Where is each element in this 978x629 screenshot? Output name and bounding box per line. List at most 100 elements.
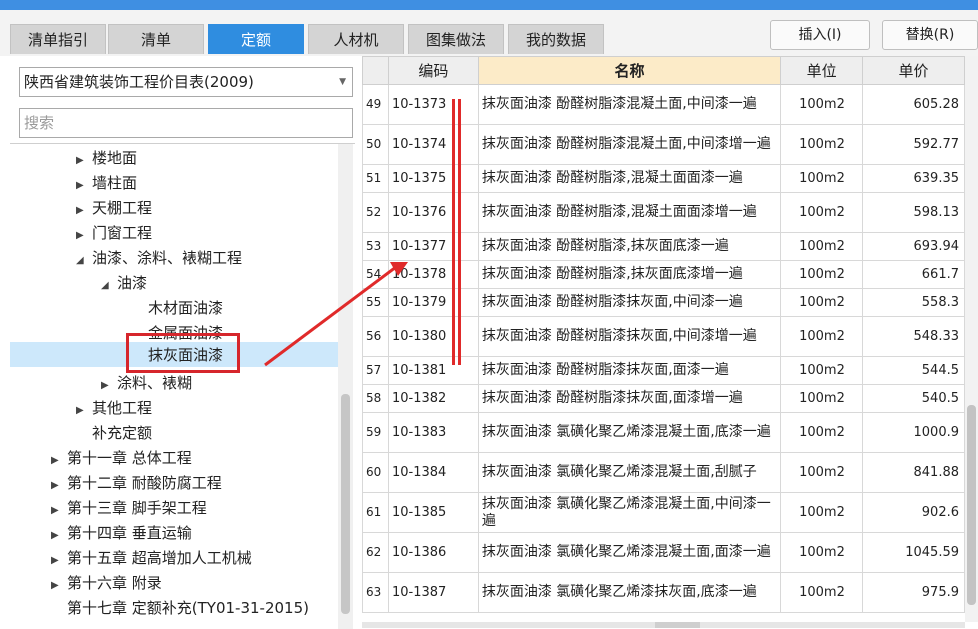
category-tree: ▶ 楼地面 ▶ 墙柱面 ▶ 天棚工程 ▶ 门窗工程 ◢ 油漆、涂料、裱糊工程 ◢ 油漆 木材… <box>10 143 355 629</box>
expand-arrow-icon[interactable]: ▶ <box>51 549 67 573</box>
tree-node[interactable]: ▶ 楼地面 <box>76 146 137 170</box>
cell-unit: 100m2 <box>780 192 864 233</box>
tab-labor-material-machine[interactable]: 人材机 <box>308 24 404 54</box>
tab-list[interactable]: 清单 <box>108 24 204 54</box>
cell-name: 抹灰面油漆 酚醛树脂漆,混凝土面面漆一遍 <box>477 164 782 193</box>
cell-unit: 100m2 <box>780 288 864 317</box>
expand-arrow-icon[interactable]: ▶ <box>51 499 67 523</box>
table-row[interactable]: 58 10-1382 抹灰面油漆 酚醛树脂漆抹灰面,面漆增一遍 100m2 540.5 <box>362 384 965 413</box>
cell-price: 639.35 <box>862 164 965 193</box>
table-row[interactable]: 63 10-1387 抹灰面油漆 氯磺化聚乙烯漆抹灰面,底漆一遍 100m2 975.9 <box>362 572 965 613</box>
grid-scrollbar-thumb[interactable] <box>967 405 976 605</box>
cell-unit: 100m2 <box>780 412 864 453</box>
table-row[interactable]: 62 10-1386 抹灰面油漆 氯磺化聚乙烯漆混凝土面,面漆一遍 100m2 1045… <box>362 532 965 573</box>
expand-arrow-icon[interactable]: ▶ <box>76 199 92 223</box>
tree-node[interactable]: ▶ 第十二章 耐酸防腐工程 <box>51 471 222 495</box>
tree-node[interactable]: ◢ 油漆、涂料、裱糊工程 <box>76 246 242 270</box>
insert-button[interactable]: 插入(I) <box>770 20 870 50</box>
row-number: 60 <box>362 452 389 493</box>
column-header-unit[interactable]: 单位 <box>780 56 864 85</box>
search-input[interactable]: 搜索 <box>19 108 353 138</box>
cell-name: 抹灰面油漆 酚醛树脂漆抹灰面,面漆增一遍 <box>477 384 782 413</box>
cell-code: 10-1385 <box>387 492 479 533</box>
column-header-name[interactable]: 名称 <box>477 56 782 85</box>
cell-unit: 100m2 <box>780 124 864 165</box>
expand-arrow-icon[interactable]: ▶ <box>51 574 67 598</box>
cell-price: 548.33 <box>862 316 965 357</box>
column-header-price[interactable]: 单价 <box>862 56 965 85</box>
tab-my-data[interactable]: 我的数据 <box>508 24 604 54</box>
tree-node[interactable]: ▶ 天棚工程 <box>76 196 152 220</box>
cell-name: 抹灰面油漆 氯磺化聚乙烯漆混凝土面,中间漆一遍 <box>477 492 782 533</box>
expand-arrow-icon[interactable]: ▶ <box>51 449 67 473</box>
grid-horizontal-scrollbar-thumb[interactable] <box>655 622 700 628</box>
cell-name: 抹灰面油漆 氯磺化聚乙烯漆混凝土面,刮腻子 <box>477 452 782 493</box>
collapse-arrow-icon[interactable]: ◢ <box>101 274 117 298</box>
expand-arrow-icon[interactable]: ▶ <box>51 474 67 498</box>
cell-price: 544.5 <box>862 356 965 385</box>
library-select-value: 陕西省建筑装饰工程价目表(2009) <box>24 73 254 91</box>
replace-button[interactable]: 替换(R) <box>882 20 978 50</box>
tab-list-guide[interactable]: 清单指引 <box>10 24 106 54</box>
cell-name: 抹灰面油漆 酚醛树脂漆混凝土面,中间漆一遍 <box>477 84 782 125</box>
tree-node[interactable]: ▶ 第十六章 附录 <box>51 571 162 595</box>
annotation-highlight-box <box>126 333 240 373</box>
tab-atlas-method[interactable]: 图集做法 <box>408 24 504 54</box>
tree-node[interactable]: ▶ 其他工程 <box>76 396 152 420</box>
expand-arrow-icon[interactable]: ▶ <box>76 174 92 198</box>
tree-node[interactable]: ◢ 油漆 <box>101 271 147 295</box>
cell-unit: 100m2 <box>780 84 864 125</box>
collapse-arrow-icon[interactable]: ◢ <box>76 249 92 273</box>
tree-node[interactable]: ▶ 第十五章 超高增加人工机械 <box>51 546 252 570</box>
cell-unit: 100m2 <box>780 316 864 357</box>
expand-arrow-icon[interactable]: ▶ <box>76 399 92 423</box>
cell-code: 10-1376 <box>387 192 479 233</box>
table-row[interactable]: 59 10-1383 抹灰面油漆 氯磺化聚乙烯漆混凝土面,底漆一遍 100m2 1000… <box>362 412 965 453</box>
row-number: 57 <box>362 356 389 385</box>
cell-code: 10-1375 <box>387 164 479 193</box>
expand-arrow-icon[interactable]: ▶ <box>101 374 117 398</box>
row-number: 52 <box>362 192 389 233</box>
cell-code: 10-1386 <box>387 532 479 573</box>
tree-node[interactable]: ▶ 涂料、裱糊 <box>101 371 192 395</box>
cell-price: 1045.59 <box>862 532 965 573</box>
tree-node[interactable]: ▶ 门窗工程 <box>76 221 152 245</box>
tree-node[interactable]: ▶ 墙柱面 <box>76 171 137 195</box>
column-header-code[interactable]: 编码 <box>387 56 479 85</box>
cell-code: 10-1373 <box>387 84 479 125</box>
cell-price: 598.13 <box>862 192 965 233</box>
cell-code: 10-1377 <box>387 232 479 261</box>
cell-code: 10-1379 <box>387 288 479 317</box>
cell-code: 10-1387 <box>387 572 479 613</box>
row-number: 54 <box>362 260 389 289</box>
cell-name: 抹灰面油漆 酚醛树脂漆抹灰面,中间漆增一遍 <box>477 316 782 357</box>
cell-name: 抹灰面油漆 酚醛树脂漆抹灰面,中间漆一遍 <box>477 288 782 317</box>
cell-price: 540.5 <box>862 384 965 413</box>
tree-node[interactable]: ▶ 第十三章 脚手架工程 <box>51 496 207 520</box>
tree-scrollbar-thumb[interactable] <box>341 394 350 614</box>
row-number: 59 <box>362 412 389 453</box>
cell-price: 693.94 <box>862 232 965 261</box>
expand-arrow-icon[interactable]: ▶ <box>51 524 67 548</box>
table-row[interactable]: 61 10-1385 抹灰面油漆 氯磺化聚乙烯漆混凝土面,中间漆一遍 100m2 902… <box>362 492 965 533</box>
expand-arrow-icon[interactable]: ▶ <box>76 149 92 173</box>
tab-quota[interactable]: 定额 <box>208 24 304 54</box>
expand-arrow-icon[interactable]: ▶ <box>76 224 92 248</box>
cell-unit: 100m2 <box>780 492 864 533</box>
row-number: 49 <box>362 84 389 125</box>
cell-name: 抹灰面油漆 氯磺化聚乙烯漆抹灰面,底漆一遍 <box>477 572 782 613</box>
table-row[interactable]: 60 10-1384 抹灰面油漆 氯磺化聚乙烯漆混凝土面,刮腻子 100m2 841.8… <box>362 452 965 493</box>
row-number: 56 <box>362 316 389 357</box>
library-select[interactable]: 陕西省建筑装饰工程价目表(2009) ▼ <box>19 67 353 97</box>
cell-code: 10-1383 <box>387 412 479 453</box>
annotation-bracket-line <box>458 99 461 365</box>
cell-name: 抹灰面油漆 酚醛树脂漆,抹灰面底漆增一遍 <box>477 260 782 289</box>
tree-node[interactable]: 木材面油漆 <box>148 296 223 320</box>
tree-node[interactable]: 第十七章 定额补充(TY01-31-2015) <box>67 596 309 620</box>
row-number: 58 <box>362 384 389 413</box>
tree-node[interactable]: 补充定额 <box>92 421 152 445</box>
cell-price: 902.6 <box>862 492 965 533</box>
tree-node[interactable]: ▶ 第十一章 总体工程 <box>51 446 192 470</box>
tree-node[interactable]: ▶ 第十四章 垂直运输 <box>51 521 192 545</box>
cell-code: 10-1374 <box>387 124 479 165</box>
